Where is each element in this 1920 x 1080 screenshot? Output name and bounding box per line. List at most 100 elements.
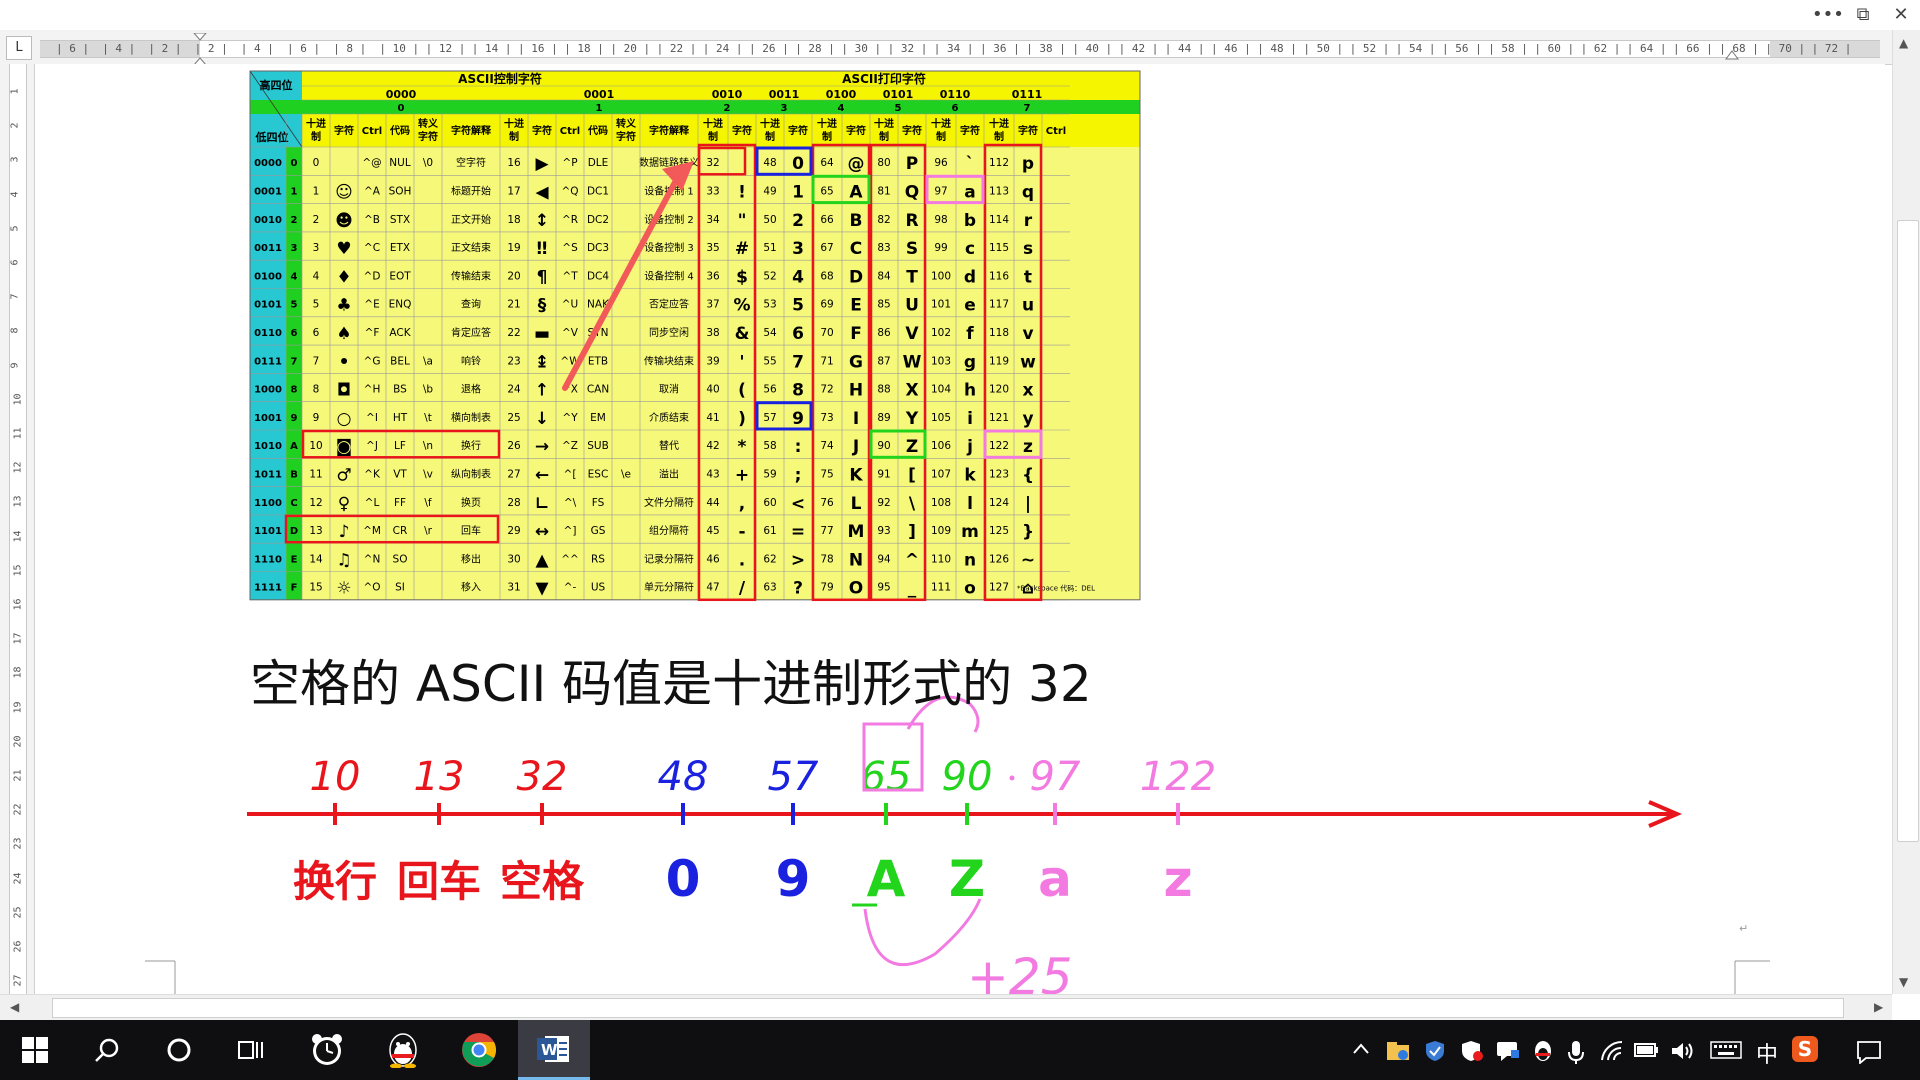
tray-wifi[interactable] <box>1600 1040 1624 1067</box>
table-cell: 响铃 <box>461 354 481 367</box>
tray-security-app[interactable] <box>1460 1040 1484 1067</box>
right-indent-marker-icon[interactable] <box>1724 50 1740 60</box>
ime-language-indicator[interactable]: 中 <box>1756 1037 1778 1069</box>
close-window-button[interactable]: ✕ <box>1888 4 1914 26</box>
start-button[interactable] <box>0 1020 70 1080</box>
tray-keyboard[interactable] <box>1710 1040 1742 1065</box>
table-cell: \a <box>423 355 433 367</box>
table-cell: § <box>538 296 547 316</box>
table-cell: 51 <box>763 242 776 254</box>
tick-name-label: 9 <box>776 850 811 908</box>
column-header: 十进 <box>931 117 951 130</box>
table-cell: 1 <box>792 183 804 203</box>
vertical-scrollbar[interactable]: ▲ ▼ <box>1892 30 1920 994</box>
table-cell: 114 <box>989 214 1009 226</box>
tab-stop-selector[interactable]: L <box>6 36 32 60</box>
task-view-icon <box>238 1041 263 1059</box>
table-cell: N <box>849 550 863 570</box>
table-cell: ? <box>793 579 803 599</box>
vertical-ruler[interactable]: 1 2 3 4 5 6 7 8 9 10 11 12 13 14 15 16 17 18 19 20 21 22 23 24 2… <box>0 64 35 994</box>
column-header: 制 <box>936 130 946 143</box>
column-header: 制 <box>765 130 775 143</box>
horizontal-scrollbar[interactable]: ◀ ▶ <box>0 994 1892 1021</box>
tray-folder-app[interactable] <box>1386 1040 1410 1067</box>
scroll-right-icon[interactable]: ▶ <box>1874 1000 1883 1014</box>
scroll-down-icon[interactable]: ▼ <box>1899 975 1908 989</box>
search-button[interactable] <box>72 1020 142 1080</box>
show-hidden-icons[interactable] <box>1352 1040 1370 1063</box>
table-cell: 设备控制 4 <box>644 269 694 282</box>
table-cell: 25 <box>507 412 520 424</box>
table-cell: b <box>964 211 976 231</box>
horizontal-ruler-strip[interactable]: | 6 | | 4 | | 2 | | 2 | | 4 | | 6 | | 8 | | 10 … <box>40 33 1880 69</box>
table-cell: 标题开始 <box>451 185 491 198</box>
table-cell: 75 <box>820 469 833 481</box>
document-page[interactable]: 高四位 低四位 ASCII控制字符 ASCII打印字符 0000 0 十进制字符 Ctrl 代码… <box>35 64 1885 1006</box>
row-binary-label: 0110 <box>254 328 282 339</box>
table-cell: 120 <box>989 384 1009 396</box>
task-view-button[interactable] <box>216 1020 286 1080</box>
ruler-number: | 6 | <box>56 42 90 55</box>
tray-chat-app[interactable] <box>1496 1040 1520 1067</box>
table-cell: H <box>849 381 863 401</box>
tray-volume[interactable] <box>1670 1040 1694 1067</box>
table-cell: DC4 <box>587 270 609 282</box>
sogou-input-icon[interactable]: S <box>1792 1036 1818 1062</box>
table-cell: ^Y <box>562 412 578 424</box>
table-cell: ♀ <box>338 494 350 514</box>
horizontal-scroll-thumb[interactable] <box>52 998 1844 1018</box>
heading-text[interactable]: 空格的 ASCII 码值是十进制形式的 32 <box>250 644 1092 716</box>
table-cell: 33 <box>706 186 719 198</box>
vertical-scroll-thumb[interactable] <box>1897 220 1919 842</box>
table-cell: HT <box>393 412 408 424</box>
table-cell: 正文结束 <box>451 241 491 254</box>
table-cell: ^^ <box>561 553 579 565</box>
table-cell: 查询 <box>461 298 481 311</box>
row-binary-label: 0111 <box>254 356 282 367</box>
table-cell: ▶ <box>535 154 549 174</box>
taskbar-app-chrome[interactable] <box>444 1020 514 1080</box>
tray-microphone[interactable] <box>1566 1040 1586 1069</box>
tray-shield-app[interactable] <box>1424 1040 1446 1067</box>
ruler-number: | 10 | <box>379 42 420 55</box>
action-center-button[interactable] <box>1856 1040 1882 1069</box>
panda-clock-icon <box>312 1034 342 1065</box>
column-header: 制 <box>509 130 519 143</box>
table-cell: 42 <box>706 440 719 452</box>
horizontal-ruler[interactable]: L | 6 | | 4 | | 2 | | 2 | | 4 | | 6 | | 8 | | 1… <box>0 30 1920 69</box>
table-cell: 0 <box>313 157 320 169</box>
row-hex-label: F <box>291 583 298 594</box>
table-cell: ^Z <box>562 440 578 452</box>
restore-window-button[interactable]: ⧉ <box>1850 4 1876 26</box>
taskbar-app-word[interactable]: W <box>518 1020 590 1080</box>
ruler-number: | 28 | <box>795 42 835 55</box>
table-cell: 换行 <box>461 439 481 452</box>
corner-low-label: 低四位 <box>255 130 289 144</box>
taskbar-app-clock[interactable] <box>292 1020 362 1080</box>
table-cell: 27 <box>507 469 520 481</box>
table-cell: 64 <box>820 157 834 169</box>
ruler-number: | 54 | <box>1395 42 1436 55</box>
ruler-number: | 2 | <box>148 42 182 55</box>
table-cell: ~ <box>1021 550 1035 570</box>
vertical-ruler-strip[interactable]: 1 2 3 4 5 6 7 8 9 10 11 12 13 14 15 16 17 18 19 20 21 22 23 24 2… <box>9 64 27 994</box>
table-cell: ▼ <box>535 579 549 599</box>
table-cell: T <box>906 267 918 287</box>
more-options-button[interactable]: ••• <box>1812 4 1844 26</box>
table-cell: ^N <box>364 553 381 565</box>
tray-battery[interactable] <box>1634 1040 1660 1065</box>
table-cell: SI <box>395 582 405 594</box>
row-binary-label: 1110 <box>254 554 282 565</box>
cortana-button[interactable] <box>144 1020 214 1080</box>
table-cell: EOT <box>389 270 411 282</box>
tray-qq-app[interactable] <box>1532 1040 1554 1067</box>
scroll-left-icon[interactable]: ◀ <box>10 1000 19 1014</box>
taskbar-app-qq[interactable] <box>368 1020 438 1080</box>
column-header: 字符 <box>532 124 552 137</box>
column-header: 十进 <box>504 117 524 130</box>
group-decimal-label: 7 <box>1024 103 1031 114</box>
table-cell: . <box>739 550 745 570</box>
scroll-up-icon[interactable]: ▲ <box>1899 36 1908 50</box>
table-cell: 110 <box>931 553 951 565</box>
table-cell: 38 <box>706 327 719 339</box>
